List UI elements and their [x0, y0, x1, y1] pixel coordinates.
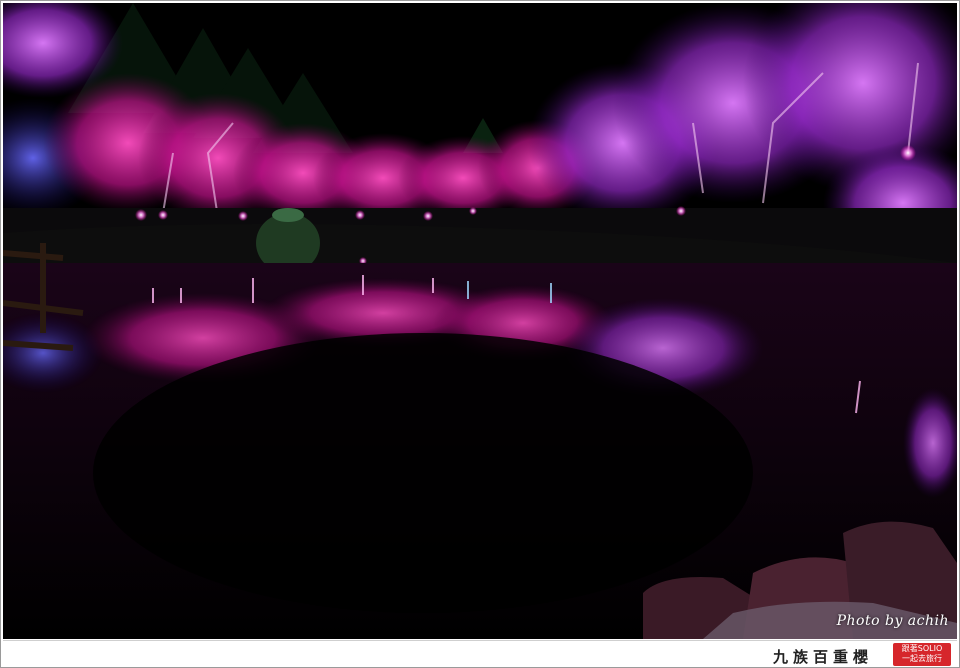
photo-scene [3, 3, 957, 639]
blog-stamp-logo: 跟著SOLIO 一起去旅行 [893, 643, 951, 666]
caption-bar: 九族百重櫻 跟著SOLIO 一起去旅行 [3, 640, 957, 667]
stamp-line-2: 一起去旅行 [902, 654, 942, 663]
photo-caption: 九族百重櫻 [772, 648, 873, 666]
stamp-line-1: 跟著SOLIO [901, 644, 943, 653]
photo-frame: Photo by achih 九族百重櫻 跟著SOLIO 一起去旅行 [0, 0, 960, 668]
night-cherry-blossom-photo: Photo by achih [3, 3, 957, 639]
photo-credit: Photo by achih [836, 613, 949, 629]
